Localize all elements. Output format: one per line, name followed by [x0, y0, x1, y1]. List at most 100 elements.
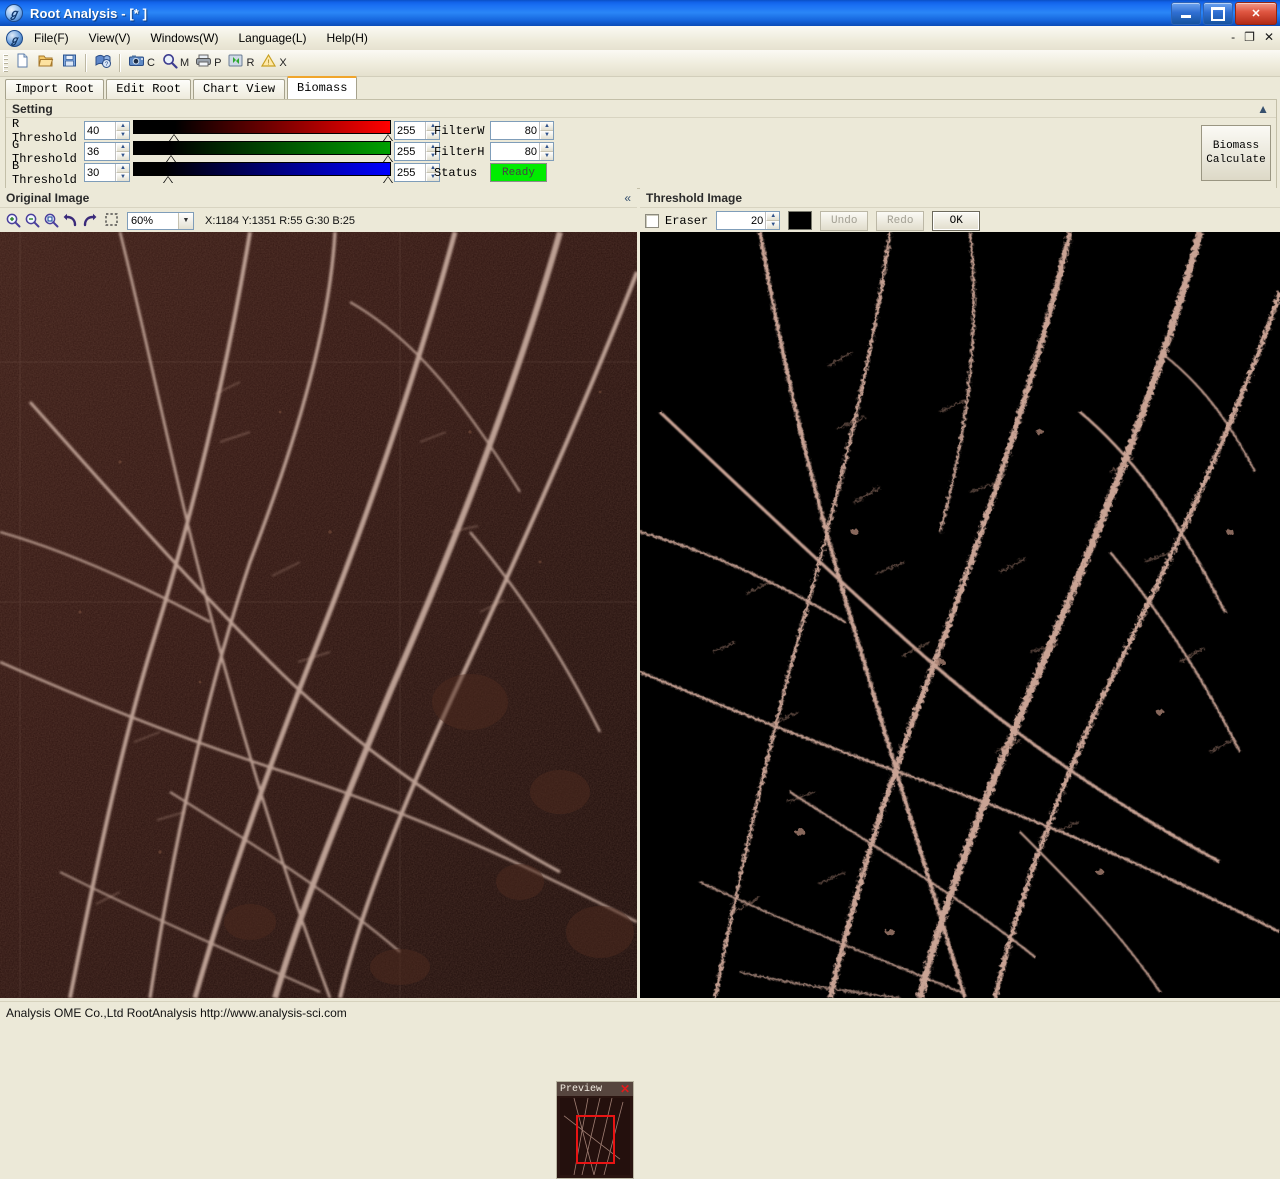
menu-item-language[interactable]: Language(L): [229, 28, 315, 48]
warning-button[interactable]: ! X: [258, 52, 288, 74]
zoom-level-input[interactable]: [128, 213, 178, 229]
original-image-title: Original Image: [6, 191, 89, 205]
threshold-thumb-high-r[interactable]: [383, 134, 393, 141]
threshold-max-input-g[interactable]: [395, 143, 425, 160]
ok-button[interactable]: OK: [932, 211, 980, 231]
spinner-down-icon[interactable]: ▼: [116, 131, 129, 139]
maximize-button[interactable]: [1203, 2, 1233, 25]
spinner-down-icon[interactable]: ▼: [766, 221, 779, 229]
threshold-min-input-g[interactable]: [85, 143, 115, 160]
preview-viewport-rect[interactable]: [576, 1115, 615, 1164]
filter-width-spinner[interactable]: ▲▼: [490, 121, 554, 140]
save-button[interactable]: [59, 52, 80, 74]
preview-thumbnail[interactable]: [560, 1098, 630, 1175]
spinner-down-icon[interactable]: ▼: [116, 152, 129, 160]
eraser-size-input[interactable]: [717, 212, 765, 229]
threshold-min-input-b[interactable]: [85, 164, 115, 181]
threshold-slider-g[interactable]: [133, 141, 391, 162]
tab-biomass[interactable]: Biomass: [287, 76, 357, 99]
marquee-select-icon[interactable]: [104, 212, 121, 229]
minimize-button[interactable]: [1171, 2, 1201, 25]
mdi-minimize-button[interactable]: -: [1231, 30, 1235, 44]
threshold-max-input-r[interactable]: [395, 122, 425, 139]
zoom-out-icon[interactable]: [24, 212, 41, 229]
chevron-up-icon[interactable]: ▲: [1257, 102, 1270, 116]
menu-item-file[interactable]: File(F): [25, 28, 78, 48]
threshold-thumb-low-g[interactable]: [166, 155, 176, 162]
threshold-max-input-b[interactable]: [395, 164, 425, 181]
threshold-thumb-high-b[interactable]: [383, 176, 393, 183]
tab-import-root[interactable]: Import Root: [5, 79, 104, 99]
undo-arrow-icon[interactable]: [62, 212, 79, 229]
spinner-buttons[interactable]: ▲▼: [115, 164, 129, 181]
spinner-down-icon[interactable]: ▼: [540, 131, 553, 139]
preview-window[interactable]: Preview ✕: [556, 1081, 634, 1179]
spinner-up-icon[interactable]: ▲: [116, 164, 129, 173]
menu-item-windows[interactable]: Windows(W): [141, 28, 227, 48]
spinner-buttons[interactable]: ▲▼: [115, 122, 129, 139]
spinner-buttons[interactable]: ▲▼: [765, 212, 779, 229]
biomass-calculate-button[interactable]: Biomass Calculate: [1201, 125, 1271, 181]
threshold-thumb-low-b[interactable]: [163, 176, 173, 183]
spinner-buttons[interactable]: ▲▼: [539, 143, 553, 160]
spinner-buttons[interactable]: ▲▼: [539, 122, 553, 139]
threshold-slider-r[interactable]: [133, 120, 391, 141]
mdi-restore-button[interactable]: ❐: [1244, 30, 1255, 44]
menu-item-help[interactable]: Help(H): [318, 28, 377, 48]
threshold-image-canvas[interactable]: [640, 232, 1280, 998]
original-image-canvas[interactable]: [0, 232, 637, 998]
spinner-up-icon[interactable]: ▲: [116, 122, 129, 131]
mdi-close-button[interactable]: ✕: [1264, 30, 1274, 44]
threshold-thumb-high-g[interactable]: [383, 155, 393, 162]
threshold-slider-b[interactable]: [133, 162, 391, 183]
threshold-thumb-low-r[interactable]: [169, 134, 179, 141]
redo-button[interactable]: Redo: [876, 211, 924, 231]
help-book-button[interactable]: ?: [92, 52, 114, 74]
spinner-up-icon[interactable]: ▲: [540, 122, 553, 131]
spinner-buttons[interactable]: ▲▼: [115, 143, 129, 160]
preview-titlebar[interactable]: Preview ✕: [557, 1082, 633, 1096]
undo-button[interactable]: Undo: [820, 211, 868, 231]
printer-button[interactable]: P: [193, 52, 223, 74]
spinner-down-icon[interactable]: ▼: [116, 173, 129, 181]
eraser-size-spinner[interactable]: ▲▼: [716, 211, 780, 230]
filter-height-spinner[interactable]: ▲▼: [490, 142, 554, 161]
spinner-up-icon[interactable]: ▲: [116, 143, 129, 152]
close-button[interactable]: ✕: [1235, 2, 1277, 25]
spinner-up-icon[interactable]: ▲: [540, 143, 553, 152]
toolbar-separator-1: [85, 54, 87, 72]
status-label: Status: [434, 166, 490, 180]
threshold-min-input-r[interactable]: [85, 122, 115, 139]
threshold-min-spinner-g[interactable]: ▲▼: [84, 142, 130, 161]
tab-chart-view[interactable]: Chart View: [193, 79, 285, 99]
threshold-image-title: Threshold Image: [646, 191, 742, 205]
toolbar-grip[interactable]: [3, 54, 8, 72]
magnifier-button[interactable]: M: [159, 52, 191, 74]
zoom-fit-icon[interactable]: [43, 212, 60, 229]
open-folder-button[interactable]: [35, 52, 57, 74]
color-swatch[interactable]: [788, 211, 812, 230]
threshold-image-toolbar: Eraser ▲▼ Undo Redo OK: [640, 208, 1280, 234]
tab-edit-root[interactable]: Edit Root: [106, 79, 191, 99]
threshold-min-spinner-r[interactable]: ▲▼: [84, 121, 130, 140]
chevron-left-double-icon[interactable]: «: [624, 191, 631, 205]
spinner-up-icon[interactable]: ▲: [766, 212, 779, 221]
spinner-down-icon[interactable]: ▼: [540, 152, 553, 160]
threshold-label-b: B Threshold: [12, 159, 84, 187]
original-image-render: [0, 232, 637, 998]
chevron-down-icon[interactable]: ▼: [178, 213, 193, 229]
zoom-level-select[interactable]: ▼: [127, 212, 194, 230]
menu-app-logo-icon: ℊ: [6, 30, 23, 47]
menu-item-view[interactable]: View(V): [80, 28, 140, 48]
threshold-min-spinner-b[interactable]: ▲▼: [84, 163, 130, 182]
new-document-button[interactable]: [12, 52, 33, 74]
filter-width-input[interactable]: [491, 122, 539, 139]
close-x-icon[interactable]: ✕: [620, 1083, 630, 1095]
zoom-in-icon[interactable]: [5, 212, 22, 229]
filter-height-input[interactable]: [491, 143, 539, 160]
eraser-checkbox[interactable]: [645, 214, 659, 228]
refresh-button[interactable]: R: [225, 52, 256, 74]
preview-title: Preview: [560, 1084, 602, 1095]
redo-arrow-icon[interactable]: [81, 212, 98, 229]
camera-button[interactable]: C: [126, 52, 157, 74]
